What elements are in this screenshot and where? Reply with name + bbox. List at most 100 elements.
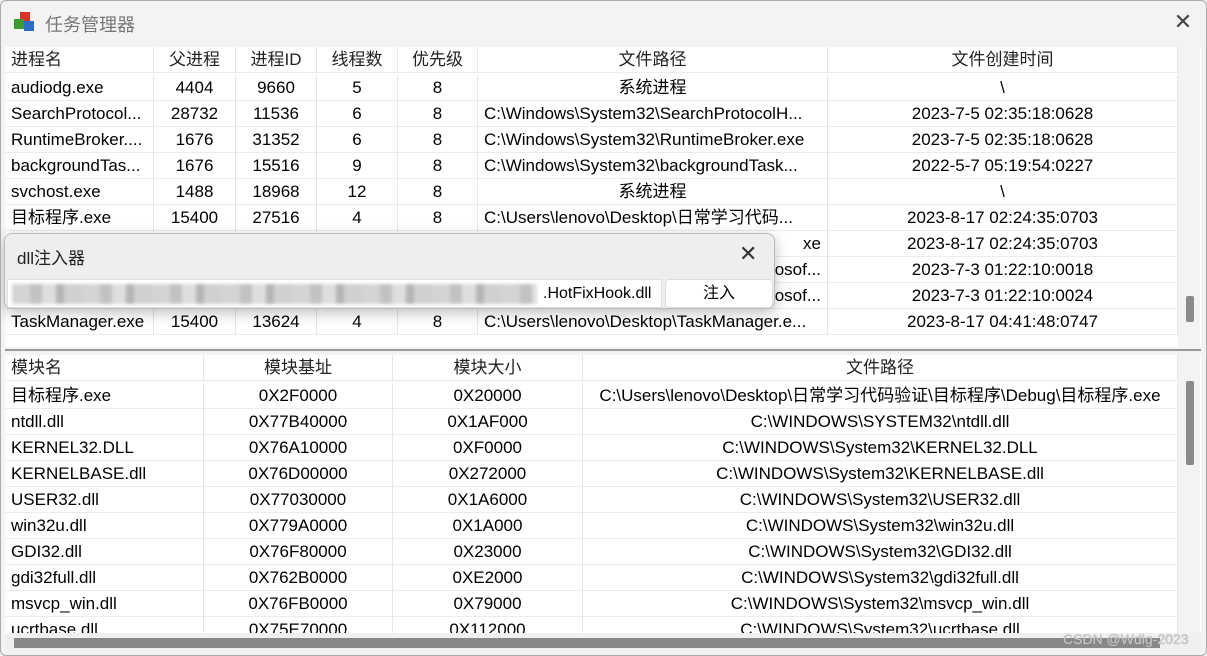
dll-path-value: .HotFixHook.dll (543, 284, 652, 302)
table-row[interactable]: 目标程序.exe 0X2F0000 0X20000 C:\Users\lenovo\D… (5, 383, 1178, 409)
table-cell: C:\Users\lenovo\Desktop\日常学习代码验证\目标程序\De… (583, 383, 1178, 409)
table-cell: 1488 (154, 179, 236, 205)
table-row[interactable]: backgroundTas... 1676 15516 9 8 C:\Windows\Sy… (5, 153, 1178, 179)
table-cell: 8 (398, 101, 478, 127)
table-row[interactable]: win32u.dll 0X779A0000 0X1A000 C:\WINDOWS\Sy… (5, 513, 1178, 539)
table-cell: 28732 (154, 101, 236, 127)
table-row[interactable]: SearchProtocol... 28732 11536 6 8 C:\Windows\… (5, 101, 1178, 127)
scrollbar-thumb[interactable] (14, 638, 1160, 648)
table-cell: 0XF0000 (393, 435, 583, 461)
column-header[interactable]: 文件路径 (583, 355, 1178, 381)
table-cell: RuntimeBroker.... (5, 127, 154, 153)
watermark: CSDN @Wdlg-2023 (1063, 631, 1189, 647)
column-header[interactable]: 进程名 (5, 47, 154, 73)
column-header[interactable]: 模块基址 (204, 355, 393, 381)
column-header[interactable]: 模块大小 (393, 355, 583, 381)
table-row[interactable]: ntdll.dll 0X77B40000 0X1AF000 C:\WINDOWS\SY… (5, 409, 1178, 435)
table-cell: 4 (317, 309, 398, 335)
title-bar: 任务管理器 ✕ (1, 1, 1206, 45)
table-cell: 0X112000 (393, 617, 583, 633)
table-cell: 0X77B40000 (204, 409, 393, 435)
table-row[interactable]: audiodg.exe 4404 9660 5 8 系统进程 \ (5, 75, 1178, 101)
table-cell: svchost.exe (5, 179, 154, 205)
table-cell: 2023-7-5 02:35:18:0628 (828, 101, 1178, 127)
table-cell: msvcp_win.dll (5, 591, 204, 617)
column-header[interactable]: 线程数 (317, 47, 398, 73)
close-icon[interactable]: ✕ (1171, 9, 1195, 35)
column-header[interactable]: 父进程 (154, 47, 236, 73)
table-cell: 0X2F0000 (204, 383, 393, 409)
inject-button[interactable]: 注入 (665, 279, 773, 308)
table-cell: KERNEL32.DLL (5, 435, 204, 461)
scrollbar-thumb[interactable] (1186, 296, 1194, 322)
table-cell: 0X23000 (393, 539, 583, 565)
dialog-title: dll注入器 (17, 249, 86, 268)
module-table-scrollbar[interactable] (1178, 355, 1200, 633)
table-row[interactable]: USER32.dll 0X77030000 0X1A6000 C:\WINDOWS\S… (5, 487, 1178, 513)
table-row[interactable]: TaskManager.exe 15400 13624 4 8 C:\Users\leno… (5, 309, 1178, 335)
horizontal-scrollbar[interactable] (5, 633, 1201, 651)
table-cell: C:\Windows\System32\backgroundTask... (478, 153, 828, 179)
dll-path-input[interactable]: .HotFixHook.dll (7, 279, 662, 308)
table-cell: C:\WINDOWS\System32\KERNEL32.DLL (583, 435, 1178, 461)
table-row[interactable]: 目标程序.exe 15400 27516 4 8 C:\Users\lenovo\Desk… (5, 205, 1178, 231)
table-cell: C:\Users\lenovo\Desktop\日常学习代码... (478, 205, 828, 231)
table-cell: C:\WINDOWS\System32\win32u.dll (583, 513, 1178, 539)
table-cell: 12 (317, 179, 398, 205)
table-cell: 27516 (236, 205, 317, 231)
table-cell: C:\Users\lenovo\Desktop\TaskManager.e... (478, 309, 828, 335)
table-cell: KERNELBASE.dll (5, 461, 204, 487)
table-cell: 15400 (154, 205, 236, 231)
table-cell: 1676 (154, 153, 236, 179)
column-header[interactable]: 文件创建时间 (828, 47, 1178, 73)
column-header[interactable]: 文件路径 (478, 47, 828, 73)
table-cell: 0X762B0000 (204, 565, 393, 591)
table-cell: 0X1A6000 (393, 487, 583, 513)
column-header[interactable]: 优先级 (398, 47, 478, 73)
table-cell: 6 (317, 101, 398, 127)
table-row[interactable]: GDI32.dll 0X76F80000 0X23000 C:\WINDOWS\Sys… (5, 539, 1178, 565)
table-cell: C:\Windows\System32\SearchProtocolH... (478, 101, 828, 127)
table-cell: 31352 (236, 127, 317, 153)
table-cell: 0X79000 (393, 591, 583, 617)
table-row[interactable]: RuntimeBroker.... 1676 31352 6 8 C:\Windows\S… (5, 127, 1178, 153)
table-row[interactable]: KERNEL32.DLL 0X76A10000 0XF0000 C:\WINDOWS\… (5, 435, 1178, 461)
table-cell: 0X76D00000 (204, 461, 393, 487)
table-cell: 18968 (236, 179, 317, 205)
table-cell: 2023-8-17 04:41:48:0747 (828, 309, 1178, 335)
table-row[interactable]: KERNELBASE.dll 0X76D00000 0X272000 C:\WINDO… (5, 461, 1178, 487)
table-row[interactable]: msvcp_win.dll 0X76FB0000 0X79000 C:\WINDOWS… (5, 591, 1178, 617)
process-table-scrollbar[interactable] (1178, 47, 1200, 347)
table-cell: 0X20000 (393, 383, 583, 409)
table-cell: C:\WINDOWS\SYSTEM32\ntdll.dll (583, 409, 1178, 435)
column-header[interactable]: 模块名 (5, 355, 204, 381)
table-cell: 2023-7-3 01:22:10:0024 (828, 283, 1178, 309)
scrollbar-thumb[interactable] (1186, 381, 1194, 465)
column-header[interactable]: 进程ID (236, 47, 317, 73)
close-icon[interactable]: ✕ (739, 241, 757, 267)
table-cell: ucrtbase.dll (5, 617, 204, 633)
table-cell: 0X1AF000 (393, 409, 583, 435)
table-cell: audiodg.exe (5, 75, 154, 101)
table-row[interactable]: ucrtbase.dll 0X75E70000 0X112000 C:\WINDOWS… (5, 617, 1178, 633)
table-cell: backgroundTas... (5, 153, 154, 179)
table-cell: 9660 (236, 75, 317, 101)
dll-injector-dialog: dll注入器 ✕ .HotFixHook.dll 注入 (4, 233, 775, 309)
table-cell: 0X272000 (393, 461, 583, 487)
table-cell: 15516 (236, 153, 317, 179)
table-row[interactable]: svchost.exe 1488 18968 12 8 系统进程 \ (5, 179, 1178, 205)
table-cell: 0X1A000 (393, 513, 583, 539)
table-cell: 2023-8-17 02:24:35:0703 (828, 231, 1178, 257)
table-cell: 8 (398, 75, 478, 101)
table-row[interactable]: gdi32full.dll 0X762B0000 0XE2000 C:\WINDOWS… (5, 565, 1178, 591)
table-cell: C:\WINDOWS\System32\msvcp_win.dll (583, 591, 1178, 617)
table-cell: 2023-7-3 01:22:10:0018 (828, 257, 1178, 283)
table-cell: 8 (398, 205, 478, 231)
table-cell: 0XE2000 (393, 565, 583, 591)
table-cell: win32u.dll (5, 513, 204, 539)
table-cell: 目标程序.exe (5, 383, 204, 409)
table-cell: 15400 (154, 309, 236, 335)
task-manager-window: 任务管理器 ✕ 进程名 父进程 进程ID 线程数 优先级 文件路径 文件创建时间 audiod… (0, 0, 1207, 656)
table-header: 模块名 模块基址 模块大小 文件路径 (5, 355, 1178, 381)
table-cell: C:\WINDOWS\System32\GDI32.dll (583, 539, 1178, 565)
